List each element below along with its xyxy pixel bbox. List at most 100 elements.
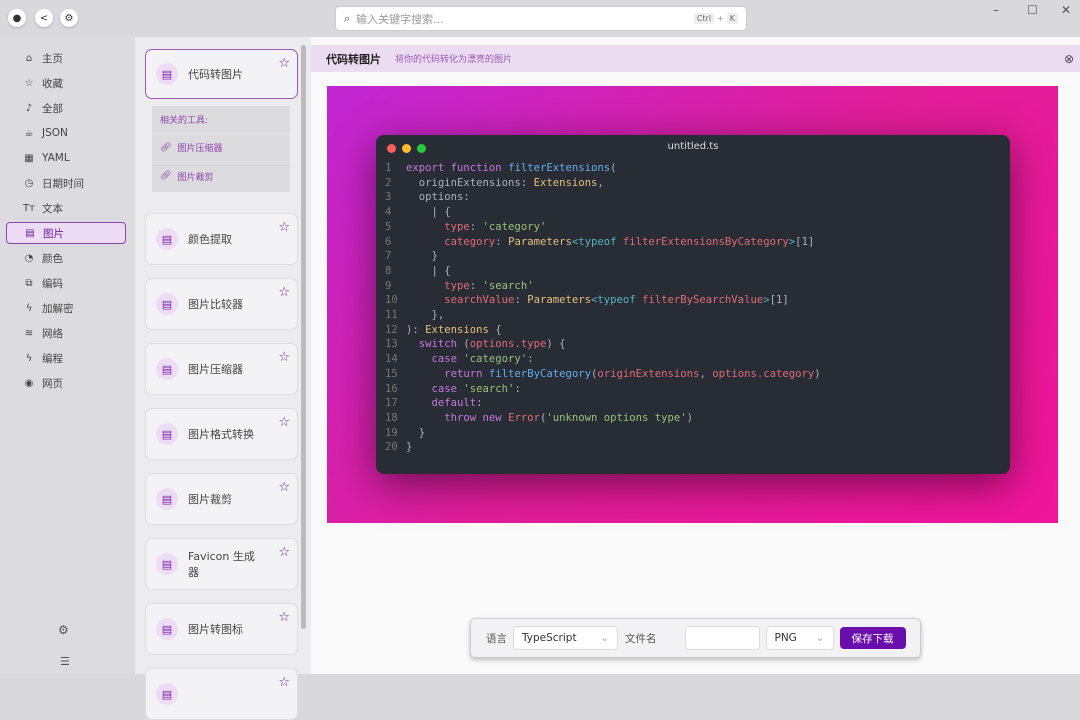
tool-list: 相关的工具: 🔗︎ 图片压缩器 🔗︎ 图片裁剪 ▤ 代码转图片 ☆ ▤ 颜色提取 ☆ ▤ 图片比较…	[135, 37, 311, 720]
settings-icon[interactable]: ⚙	[58, 623, 69, 637]
sidebar-item[interactable]: ◉ 网页	[6, 372, 126, 394]
sidebar-item[interactable]: ▦ YAML	[6, 147, 126, 169]
page-subtitle: 将你的代码转化为漂亮的图片	[395, 55, 513, 65]
code-token: :	[514, 294, 528, 307]
bolt-icon: ϟ	[25, 302, 33, 314]
sidebar-item-label: 加解密	[42, 302, 74, 315]
code-token: Parameters	[527, 294, 591, 307]
close-tool-icon[interactable]: ⊗	[1064, 52, 1074, 66]
sidebar-item[interactable]: ◷ 日期时间	[6, 172, 126, 194]
favorite-star-icon[interactable]: ☆	[278, 545, 290, 560]
sidebar-item[interactable]: ϟ 加解密	[6, 297, 126, 319]
tool-card[interactable]: ▤ ☆	[145, 668, 298, 720]
code-token: :	[469, 220, 483, 233]
link-icon: 🔗︎	[160, 171, 172, 181]
code-bolt-icon: ϟ	[25, 352, 33, 364]
tool-card[interactable]: ▤ 图片比较器 ☆	[145, 278, 298, 330]
favorite-star-icon[interactable]: ☆	[278, 675, 290, 690]
code-token: <typeof	[571, 235, 623, 248]
favorite-star-icon[interactable]: ☆	[278, 220, 290, 235]
sidebar-item[interactable]: ▤ 图片	[6, 222, 126, 244]
language-label: 语言	[486, 632, 507, 645]
sidebar-item-label: 图片	[43, 227, 64, 240]
save-download-button[interactable]: 保存下载	[839, 627, 906, 649]
code-token: Extensions	[533, 176, 598, 189]
wechat-button[interactable]: ●	[8, 9, 26, 27]
code-line: 16 case 'search':	[376, 383, 521, 398]
tool-card[interactable]: ▤ 颜色提取 ☆	[145, 213, 298, 265]
sidebar-item-label: JSON	[42, 127, 68, 139]
image-file-icon: ▤	[156, 683, 178, 705]
favorite-star-icon[interactable]: ☆	[278, 285, 290, 300]
tool-card-label: 代码转图片	[188, 68, 243, 81]
favorite-star-icon[interactable]: ☆	[278, 415, 290, 430]
tool-card-label: 图片转图标	[188, 623, 243, 636]
tool-card[interactable]: ▤ 图片压缩器 ☆	[145, 343, 298, 395]
bell-icon: ♪	[25, 102, 33, 114]
format-select[interactable]: PNG ⌄	[765, 626, 834, 650]
sidebar-item[interactable]: ♪ 全部	[6, 97, 126, 119]
sidebar-item[interactable]: ⌂ 主页	[6, 47, 126, 69]
related-link[interactable]: 🔗︎ 图片压缩器	[152, 134, 290, 162]
line-number: 2	[385, 176, 392, 189]
file-name: untitled.ts	[667, 141, 719, 152]
collapse-menu-icon[interactable]: ☰	[60, 655, 70, 668]
sidebar-item-label: 收藏	[42, 77, 63, 90]
sidebar-item-label: 颜色	[42, 252, 63, 265]
sidebar-item[interactable]: ≋ 网络	[6, 322, 126, 344]
code-token: }	[406, 441, 413, 454]
language-select[interactable]: TypeScript ⌄	[513, 626, 618, 650]
sidebar-item[interactable]: ⧉ 编码	[6, 272, 126, 294]
sidebar-item[interactable]: ◔ 颜色	[6, 247, 126, 269]
sidebar-item[interactable]: Tт 文本	[6, 197, 126, 219]
code-token: ):	[406, 323, 426, 336]
github-button[interactable]: ⚙	[60, 9, 78, 27]
star-icon: ☆	[24, 77, 34, 89]
code-token: :	[527, 353, 534, 366]
sidebar-item[interactable]: ϟ 编程	[6, 347, 126, 369]
code-token: ,	[597, 176, 604, 189]
shortcut-ctrl: Ctrl	[693, 13, 715, 24]
code-token: },	[406, 309, 445, 321]
code-token: ) {	[546, 338, 566, 351]
minimize-button[interactable]: –	[993, 3, 999, 17]
text-icon: Tт	[23, 202, 35, 214]
favorite-star-icon[interactable]: ☆	[278, 480, 290, 495]
sidebar: ⌂ 主页 ☆ 收藏 ♪ 全部 ☕ JSON ▦ YAML ◷ 日期时间 Tт 文本 ▤ 图片 ◔ 颜色 ⧉ 编码 ϟ 加解…	[0, 37, 134, 674]
maximize-button[interactable]: ☐	[1027, 3, 1038, 17]
scrollbar[interactable]	[301, 45, 306, 629]
tool-card-label: 图片比较器	[188, 298, 243, 311]
language-value: TypeScript	[522, 632, 577, 644]
tool-card[interactable]: ▤ 图片转图标 ☆	[145, 603, 298, 655]
export-toolbar: 语言 TypeScript ⌄ 文件名 PNG ⌄ 保存下载	[470, 618, 921, 658]
code-token: :	[514, 382, 521, 395]
code-token: Extensions	[425, 323, 489, 336]
code-token: 'unknown options type'	[546, 411, 687, 424]
tool-card[interactable]: ▤ 图片裁剪 ☆	[145, 473, 298, 525]
code-line: 9 type: 'search'	[376, 280, 534, 295]
close-window-button[interactable]: ✕	[1061, 3, 1071, 17]
tool-card[interactable]: ▤ 代码转图片 ☆	[145, 49, 298, 99]
favorite-star-icon[interactable]: ☆	[278, 610, 290, 625]
sidebar-item[interactable]: ☆ 收藏	[6, 72, 126, 94]
code-token: | {	[406, 264, 451, 277]
tool-card[interactable]: ▤ Favicon 生成器 ☆	[145, 538, 298, 590]
search-input[interactable]: ⌕ 输入关键字搜索... Ctrl + K	[335, 6, 747, 31]
code-token: default	[406, 397, 477, 410]
tool-card[interactable]: ▤ 图片格式转换 ☆	[145, 408, 298, 460]
sidebar-item[interactable]: ☕ JSON	[6, 122, 126, 144]
code-line: 2 originExtensions: Extensions,	[376, 177, 604, 192]
grid-icon: ▦	[24, 152, 34, 164]
code-token: :	[476, 397, 483, 410]
line-number: 10	[385, 294, 398, 307]
filename-input[interactable]	[684, 626, 760, 650]
share-button[interactable]: <	[35, 9, 53, 27]
chevron-down-icon: ⌄	[600, 632, 609, 644]
favorite-star-icon[interactable]: ☆	[278, 56, 290, 71]
line-number: 11	[385, 309, 398, 321]
code-window[interactable]: untitled.ts 1 export function filterExten…	[376, 135, 1010, 474]
related-link[interactable]: 🔗︎ 图片裁剪	[152, 162, 290, 190]
code-line: 20}	[376, 441, 412, 456]
code-token: )	[814, 367, 821, 380]
favorite-star-icon[interactable]: ☆	[278, 350, 290, 365]
